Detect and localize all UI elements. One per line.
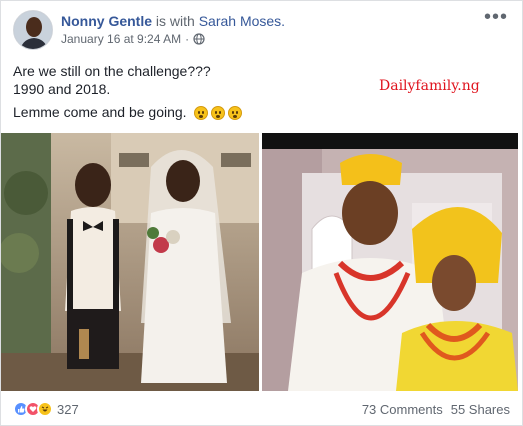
more-options-icon[interactable]: ••• [484, 7, 508, 27]
traditional-couple-photo [262, 133, 518, 391]
reactions-summary[interactable]: 327 [13, 401, 79, 417]
reaction-count: 327 [57, 401, 79, 417]
facebook-post: Nonny Gentle is with Sarah Moses. Januar… [0, 0, 523, 426]
vintage-couple-photo [1, 133, 259, 391]
post-text-line-3-wrap: Lemme come and be going. [13, 103, 243, 122]
post-text-line-3: Lemme come and be going. [13, 104, 187, 120]
globe-icon[interactable] [193, 33, 205, 45]
photo-2018[interactable] [262, 133, 518, 391]
grinning-face-emoji-icon [228, 106, 243, 121]
post-timestamp[interactable]: January 16 at 9:24 AM [61, 32, 181, 46]
post-header: Nonny Gentle is with Sarah Moses. [61, 12, 285, 30]
shares-count-link[interactable]: 55 Shares [451, 402, 510, 417]
author-name[interactable]: Nonny Gentle [61, 13, 152, 29]
emoji-group [194, 106, 243, 121]
post-meta: January 16 at 9:24 AM · [61, 32, 205, 46]
haha-reaction-icon [37, 401, 53, 417]
photo-1990[interactable] [1, 133, 259, 391]
comments-count-link[interactable]: 73 Comments [362, 402, 443, 417]
with-text: is with [155, 13, 195, 29]
meta-separator: · [185, 32, 190, 46]
avatar-image [14, 11, 52, 49]
grinning-face-emoji-icon [194, 106, 209, 121]
post-text-line-2: 1990 and 2018. [13, 81, 111, 97]
watermark-text: Dailyfamily.ng [379, 78, 480, 94]
post-footer: 327 73 Comments 55 Shares [13, 399, 510, 419]
tagged-person[interactable]: Sarah Moses. [199, 13, 285, 29]
grinning-face-emoji-icon [211, 106, 226, 121]
author-avatar[interactable] [13, 10, 53, 50]
post-text-line-1: Are we still on the challenge??? [13, 63, 211, 79]
